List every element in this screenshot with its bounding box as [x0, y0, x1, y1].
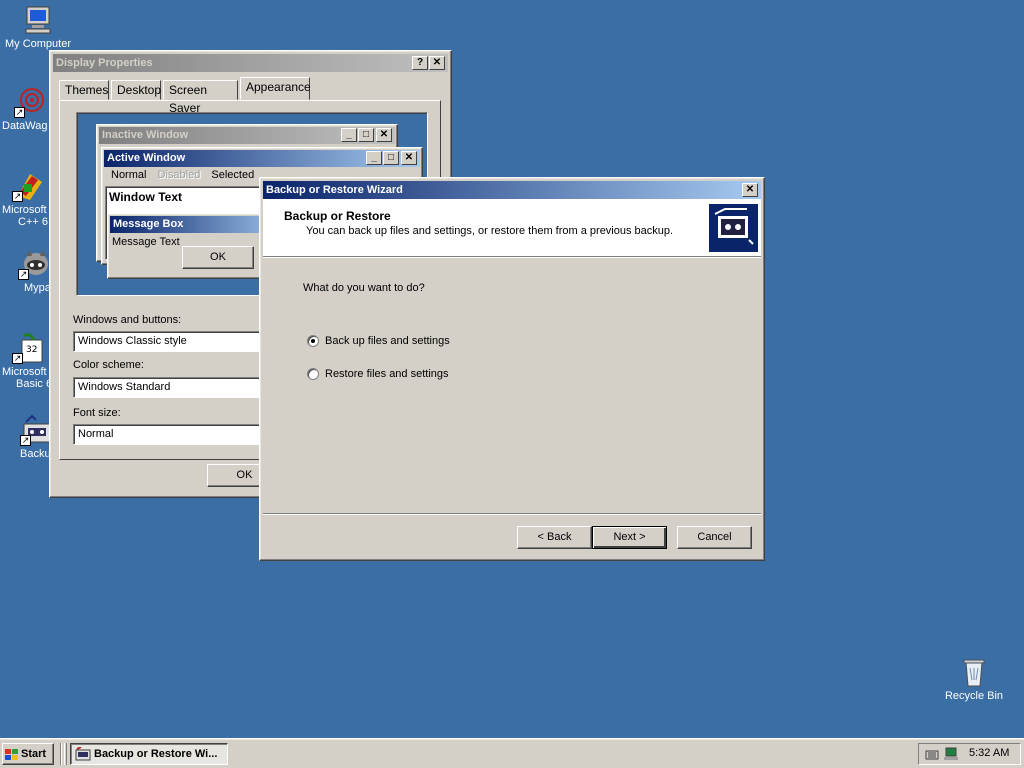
wizard-question: What do you want to do? [303, 282, 425, 294]
tab-screen-saver[interactable]: Screen Saver [163, 80, 238, 115]
color-scheme-select[interactable]: Windows Standard [73, 377, 268, 398]
recycle-bin-icon [958, 656, 990, 688]
wizard-header-title: Backup or Restore [284, 209, 391, 223]
clock[interactable]: 5:32 AM [969, 747, 1009, 759]
backup-wizard-window: Backup or Restore Wizard ✕ Backup or Res… [259, 177, 765, 561]
desktop-icon-recycle-bin[interactable]: Recycle Bin [934, 656, 1014, 702]
wizard-divider [263, 513, 761, 515]
radio-backup[interactable] [307, 335, 319, 347]
taskbar-grip [64, 743, 67, 765]
window-title: Display Properties [56, 57, 153, 69]
cancel-button[interactable]: Cancel [677, 526, 752, 549]
preview-ok-button: OK [182, 246, 254, 269]
preview-menu-normal: Normal [111, 169, 147, 181]
datawag-icon: ↗ [14, 86, 46, 118]
color-scheme-label: Color scheme: [73, 359, 144, 371]
shortcut-arrow-icon: ↗ [12, 353, 23, 364]
preview-menu-selected: Selected [211, 169, 255, 181]
taskbar: Start Backup or Restore Wi... 5:32 AM [0, 738, 1024, 768]
preview-window-text: Window Text [109, 190, 182, 204]
windows-buttons-label: Windows and buttons: [73, 314, 182, 326]
tab-appearance[interactable]: Appearance [240, 77, 311, 100]
desktop-icon-label: Recycle Bin [944, 690, 1004, 702]
start-label: Start [21, 748, 47, 760]
option-backup-label[interactable]: Back up files and settings [325, 335, 450, 347]
preview-active-title: Active Window _ □ ✕ [104, 150, 420, 167]
start-button[interactable]: Start [2, 743, 54, 765]
preview-inactive-title: Inactive Window _ □ ✕ [99, 127, 395, 144]
tab-strip: Themes Desktop Screen Saver Appearance [59, 77, 439, 115]
visual-cpp-icon: ↗ [12, 170, 44, 202]
taskbar-task-backup[interactable]: Backup or Restore Wi... [70, 743, 228, 765]
close-button[interactable]: ✕ [742, 183, 758, 197]
backup-wizard-icon [709, 204, 758, 252]
font-size-label: Font size: [73, 407, 121, 419]
keyboard-icon[interactable] [925, 747, 939, 761]
shortcut-arrow-icon: ↗ [20, 435, 31, 446]
close-icon: ✕ [401, 151, 417, 165]
maximize-icon: □ [383, 151, 399, 165]
windows-buttons-select[interactable]: Windows Classic style [73, 331, 268, 352]
shortcut-arrow-icon: ↗ [12, 191, 23, 202]
raccoon-icon: ↗ [18, 248, 50, 280]
close-button[interactable]: ✕ [429, 56, 445, 70]
close-icon: ✕ [376, 128, 392, 142]
tab-desktop[interactable]: Desktop [111, 80, 161, 100]
maximize-icon: □ [358, 128, 374, 142]
shortcut-arrow-icon: ↗ [18, 269, 29, 280]
window-title: Backup or Restore Wizard [266, 184, 403, 196]
backup-icon: ↗ [20, 414, 52, 446]
system-tray: 5:32 AM [918, 743, 1021, 765]
desktop-icon-my-computer[interactable]: My Computer [0, 4, 78, 50]
minimize-icon: _ [366, 151, 382, 165]
preview-active-title-text: Active Window [107, 152, 186, 164]
minimize-icon: _ [341, 128, 357, 142]
windows-logo-icon [5, 748, 19, 761]
wizard-header: Backup or Restore You can back up files … [263, 199, 761, 257]
help-button[interactable]: ? [412, 56, 428, 70]
back-button[interactable]: < Back [517, 526, 592, 549]
option-backup[interactable]: Back up files and settings [307, 334, 527, 350]
wizard-header-subtitle: You can back up files and settings, or r… [306, 225, 674, 237]
svg-text:32: 32 [26, 345, 37, 355]
shortcut-arrow-icon: ↗ [14, 107, 25, 118]
radio-restore[interactable] [307, 368, 319, 380]
network-icon[interactable] [943, 747, 959, 761]
preview-menu-disabled: Disabled [157, 169, 201, 181]
display-properties-titlebar[interactable]: Display Properties ? ✕ [53, 54, 448, 72]
option-restore[interactable]: Restore files and settings [307, 367, 527, 383]
tab-themes[interactable]: Themes [59, 80, 109, 100]
computer-icon [22, 4, 54, 36]
option-restore-label[interactable]: Restore files and settings [325, 368, 449, 380]
next-button[interactable]: Next > [592, 526, 667, 549]
desktop-icon-label: My Computer [4, 38, 72, 50]
visual-basic-icon: 32 ↗ [12, 332, 44, 364]
wizard-titlebar[interactable]: Backup or Restore Wizard ✕ [263, 181, 761, 199]
font-size-select[interactable]: Normal [73, 424, 268, 445]
preview-inactive-title-text: Inactive Window [102, 129, 189, 141]
backup-icon [75, 746, 91, 761]
taskbar-task-label: Backup or Restore Wi... [94, 748, 218, 760]
taskbar-separator [60, 743, 62, 765]
